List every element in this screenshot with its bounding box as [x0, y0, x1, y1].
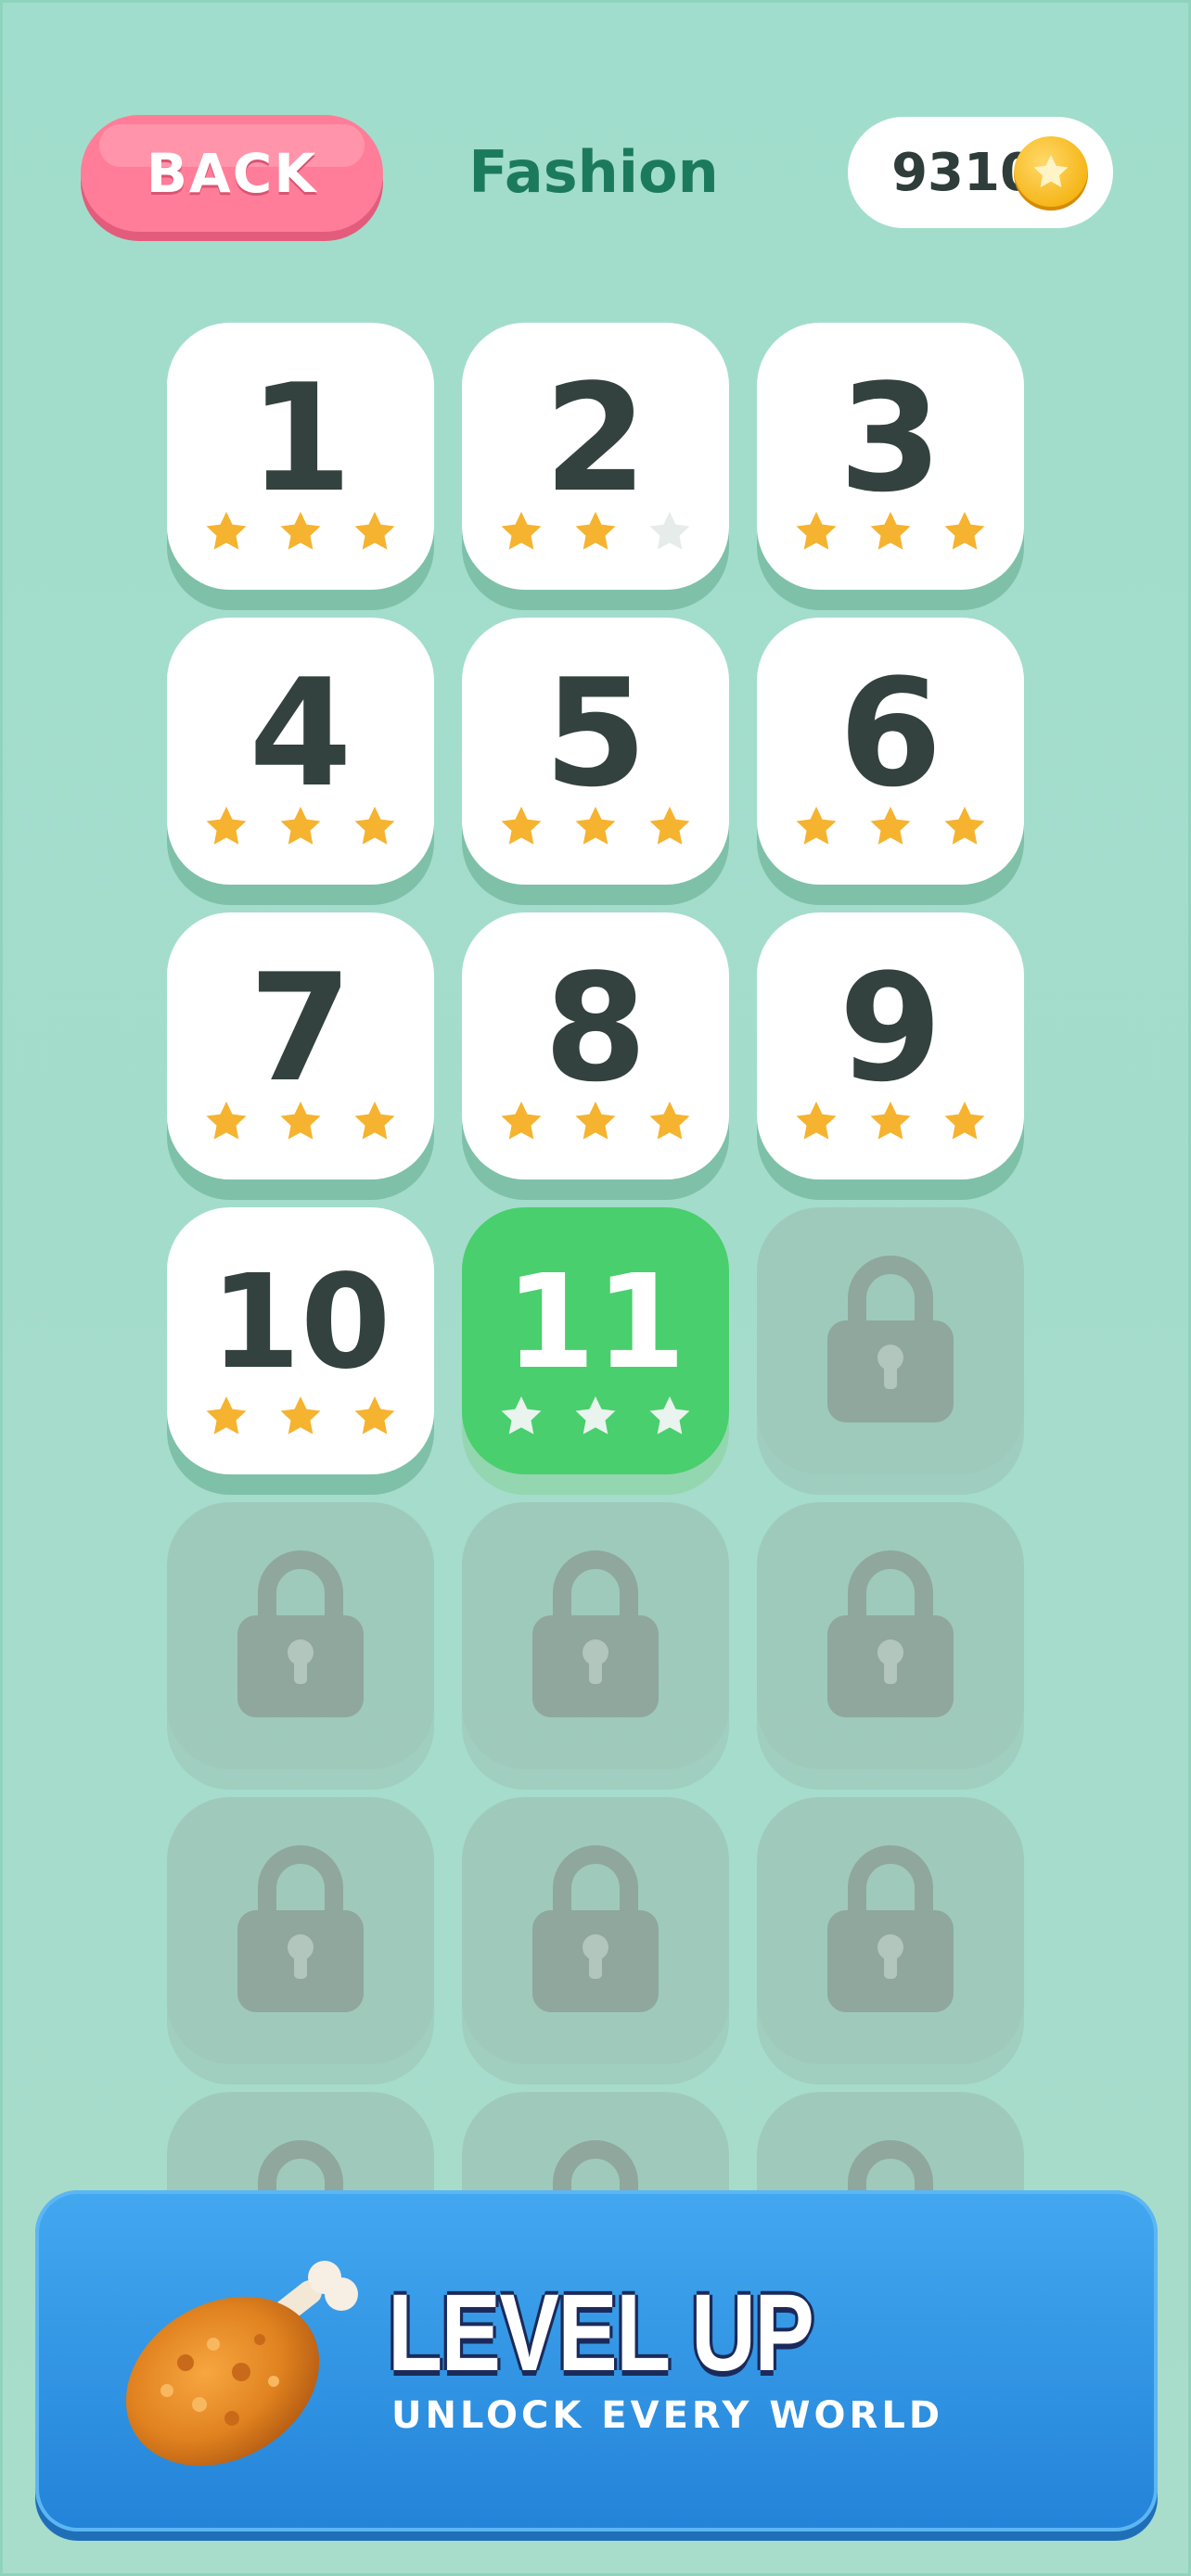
star-filled-icon	[206, 1101, 247, 1140]
star-filled-icon	[501, 1101, 542, 1140]
level-tile-8[interactable]: 8	[462, 912, 729, 1180]
level-number: 11	[505, 1247, 686, 1398]
star-filled-icon	[575, 511, 616, 550]
level-tile-6[interactable]: 6	[757, 618, 1024, 885]
level-tile-5[interactable]: 5	[462, 618, 729, 885]
star-empty-icon	[575, 1396, 616, 1435]
world-title: Fashion	[468, 137, 719, 206]
star-filled-icon	[501, 511, 542, 550]
lock-icon	[827, 1845, 954, 2012]
star-empty-icon	[649, 511, 690, 550]
level-tile-10[interactable]: 10	[167, 1207, 434, 1474]
star-filled-icon	[944, 806, 985, 845]
level-tile-3[interactable]: 3	[757, 323, 1024, 590]
star-filled-icon	[649, 1101, 690, 1140]
back-button-label: BACK	[146, 142, 318, 205]
star-filled-icon	[280, 1396, 321, 1435]
level-tile-9[interactable]: 9	[757, 912, 1024, 1180]
level-tile-11[interactable]: 11	[462, 1207, 729, 1474]
star-rating	[462, 506, 729, 571]
star-filled-icon	[206, 1396, 247, 1435]
level-tile-2[interactable]: 2	[462, 323, 729, 590]
star-filled-icon	[575, 806, 616, 845]
coin-icon	[1014, 136, 1088, 210]
level-tile-4[interactable]: 4	[167, 618, 434, 885]
star-filled-icon	[354, 1396, 395, 1435]
star-rating	[167, 1391, 434, 1456]
back-button[interactable]: BACK	[81, 115, 383, 232]
banner-title: LEVEL UP	[388, 2272, 814, 2394]
level-tile-locked[interactable]	[167, 1502, 434, 1769]
coin-counter[interactable]: 9310	[848, 117, 1113, 228]
star-rating	[757, 1096, 1024, 1161]
level-tile-locked[interactable]	[462, 1502, 729, 1769]
star-filled-icon	[280, 806, 321, 845]
level-tile-locked[interactable]	[757, 1797, 1024, 2064]
lock-icon	[827, 1256, 954, 1422]
lock-icon	[532, 1550, 659, 1717]
star-filled-icon	[280, 1101, 321, 1140]
star-filled-icon	[354, 806, 395, 845]
star-rating	[462, 1391, 729, 1456]
lock-icon	[237, 1845, 364, 2012]
star-filled-icon	[206, 806, 247, 845]
level-number: 8	[544, 941, 647, 1115]
star-filled-icon	[870, 511, 911, 550]
star-filled-icon	[649, 806, 690, 845]
level-number: 1	[249, 351, 352, 525]
level-tile-locked[interactable]	[757, 1502, 1024, 1769]
star-filled-icon	[206, 511, 247, 550]
level-tile-locked[interactable]	[757, 1207, 1024, 1474]
star-filled-icon	[870, 1101, 911, 1140]
level-tile-locked[interactable]	[167, 1797, 434, 2064]
star-rating	[757, 506, 1024, 571]
star-rating	[757, 801, 1024, 866]
star-empty-icon	[649, 1396, 690, 1435]
star-filled-icon	[796, 511, 837, 550]
star-rating	[167, 801, 434, 866]
star-filled-icon	[944, 1101, 985, 1140]
level-number: 4	[249, 646, 352, 820]
star-filled-icon	[354, 1101, 395, 1140]
star-filled-icon	[796, 1101, 837, 1140]
star-filled-icon	[575, 1101, 616, 1140]
star-filled-icon	[944, 511, 985, 550]
level-number: 5	[544, 646, 647, 820]
level-up-banner[interactable]: LEVEL UP UNLOCK EVERY WORLD	[35, 2190, 1158, 2531]
star-rating	[462, 1096, 729, 1161]
star-rating	[167, 1096, 434, 1161]
level-number: 3	[839, 351, 942, 525]
star-filled-icon	[870, 806, 911, 845]
fried-chicken-drumstick-icon	[125, 2261, 358, 2467]
star-empty-icon	[501, 1396, 542, 1435]
level-number: 6	[839, 646, 942, 820]
level-number: 9	[839, 941, 942, 1115]
level-number: 10	[210, 1247, 391, 1398]
lock-icon	[237, 1550, 364, 1717]
star-filled-icon	[501, 806, 542, 845]
star-rating	[462, 801, 729, 866]
star-filled-icon	[280, 511, 321, 550]
level-number: 7	[249, 941, 352, 1115]
banner-subtitle: UNLOCK EVERY WORLD	[391, 2394, 944, 2437]
star-filled-icon	[796, 806, 837, 845]
level-number: 2	[544, 351, 647, 525]
level-tile-7[interactable]: 7	[167, 912, 434, 1180]
lock-icon	[532, 1845, 659, 2012]
star-filled-icon	[354, 511, 395, 550]
lock-icon	[827, 1550, 954, 1717]
level-tile-1[interactable]: 1	[167, 323, 434, 590]
star-rating	[167, 506, 434, 571]
level-tile-locked[interactable]	[462, 1797, 729, 2064]
